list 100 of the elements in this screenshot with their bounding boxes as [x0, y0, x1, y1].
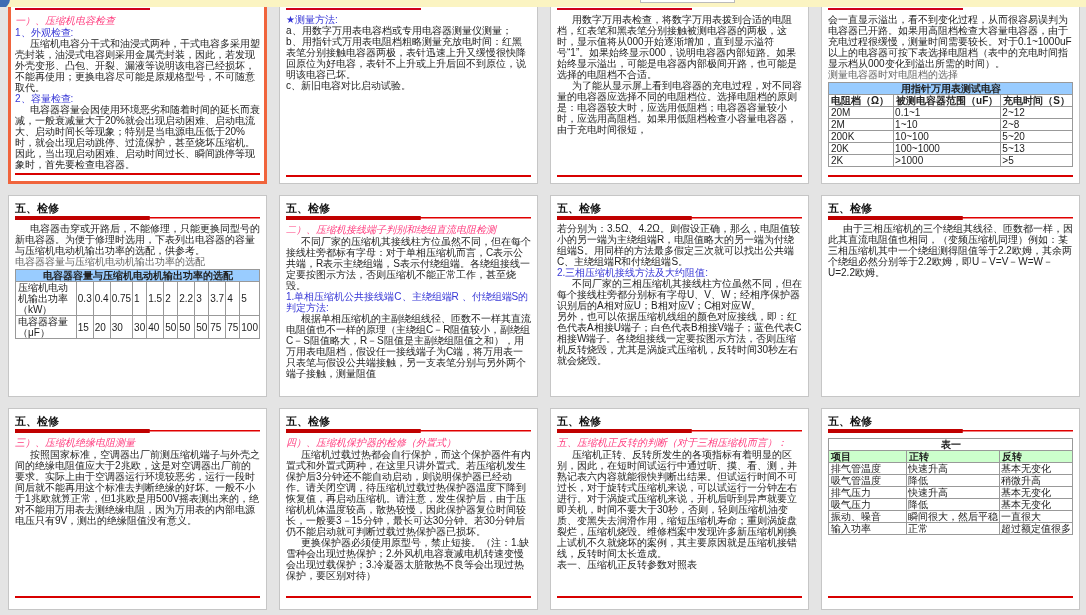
section-heading: 三）、压缩机绝缘电阻测量 — [15, 436, 137, 449]
table-cell: 快速升高 — [906, 462, 1000, 475]
table-cell: 降低 — [906, 474, 1000, 487]
paragraph: 根据单相压缩机的主副绕组线径、匝数不一样其直流电阻值也不一样的原理（主绕组C－R阻值较小，副绕组C－S阻值略大，R－S阻值是主副绕组阻值之和），用万用表电阻档，假设任一接线端子为C端，将万用表一只表笔与假设公共端接触，另一支表笔分别与另外两个端子接触，测量阻值 — [286, 313, 531, 379]
table-cell: >1000 — [893, 154, 1001, 167]
table-cell: 20 — [93, 315, 111, 339]
table-cell: 30 — [132, 315, 147, 339]
paragraph: c、新旧电容对比启动试验。 — [286, 80, 412, 91]
slide-thumbnail[interactable] — [8, 195, 267, 397]
column-header: 被测电容器范围（uF） — [893, 94, 1001, 107]
table-cell: 5~20 — [1000, 130, 1073, 143]
slide-title: 五、检修 — [557, 202, 602, 215]
table-cell: 75 — [225, 315, 240, 339]
subheading: ★测量方法: — [286, 14, 339, 25]
table-title: 电容器容量与压缩机电动机输出功率的选配 — [15, 269, 260, 282]
paragraph: 压缩机过载过热都会自行保护，而这个保护器件有内置式和外置式两种，在这里只讲外置式。若压缩机发生保护后3分钟还不能自动启动，则说明保护器已经动作。请关闭空调，待压缩机过载过热保护器温度下降到恢复值，再启动压缩机。请注意，发生保护后，由于压缩机机体温度较高，散热较慢，因此保护器复位时间较长，一般要3－15分钟，最长可达30分钟。若30分钟后仍不能启动就可判断过载过热保护器已损坏。 — [286, 449, 531, 537]
table-cell: 4 — [225, 281, 240, 316]
slide-title: 五、检修 — [557, 415, 602, 428]
slide-thumbnail[interactable] — [279, 408, 538, 610]
slide-title: 五、检修 — [828, 202, 873, 215]
paragraph: 不同厂家的压缩机其接线柱方位虽然不同，但在每个接线柱旁都标有字母：对于单相压缩机而言，C表示公共端，R表示主绕组端，S表示付绕组端。各绕组接线一定要按图示方法，否则压缩机不能正常工作，甚至烧毁。 — [286, 236, 531, 291]
table-cell: 0.3 — [76, 281, 94, 316]
section-heading: 四）、压缩机保护器的检修（外置式） — [286, 436, 457, 449]
table-cell: 吸气管温度 — [828, 474, 907, 487]
table-cell: 2~8 — [1000, 118, 1073, 131]
slide-title: 五、检修 — [15, 202, 60, 215]
section-heading: 一）、压缩机电容检查 — [15, 14, 117, 27]
table-cell: 50 — [163, 315, 178, 339]
slide-thumbnail[interactable] — [550, 195, 809, 397]
slide-thumbnail[interactable] — [279, 195, 538, 397]
column-header: 充电时间（S） — [1000, 94, 1073, 107]
table-cell: 2.2 — [177, 281, 195, 316]
slide-thumbnail[interactable]: 五、检修 由于三相压缩机的三个绕组其线径、匝数都一样，因此其直流电阻值也相同，（变频压缩机同理）例如：某三相压缩机其中一个绕组测得阻值等于2.2欧姆，其余两个绕组必然分别等于2.2欧姆，即U－V=V－W=W－U=2.2欧姆。 — [821, 195, 1080, 397]
table-cell: 30 — [110, 315, 133, 339]
table-cell: 50 — [194, 315, 209, 339]
table-cell: 一直很大 — [999, 510, 1073, 523]
slide-title: 五、检修 — [286, 202, 331, 215]
table-cell: 100 — [239, 315, 260, 339]
slide-thumbnail[interactable] — [550, 7, 809, 184]
table-cell: 快速升高 — [906, 486, 1000, 499]
paragraph: 若分别为：3.5Ω、4.2Ω。则假设正确，那么，电阻值较小的另一端为主绕组端R，电阻值略大的另一端为付绕组端S。用同样的方法最多假定三次就可以找出公共端C、主绕组端R和付绕组端S。 — [557, 223, 801, 267]
slide-title: 五、检修 — [286, 415, 331, 428]
table-cell: 20K — [828, 142, 894, 155]
column-header: 电阻档（Ω） — [828, 94, 894, 107]
slide-title: 五、检修 — [15, 415, 60, 428]
table-cell: 20M — [828, 106, 894, 119]
table-cell: 15 — [76, 315, 94, 339]
table-cell: 1~10 — [893, 118, 1001, 131]
section-heading: 五、压缩机正反转的判断（对于三相压缩机而言）： — [557, 436, 788, 449]
table-cell: 排气管温度 — [828, 462, 907, 475]
table-title: 用指针万用表测试电容 — [828, 82, 1073, 95]
subheading: 1、外观检查: — [15, 27, 74, 38]
slide-thumbnail[interactable]: ★测量方法: a、用数字万用表电容档或专用电容器测量仪测量； b、用指针式万用表电阻档粗略测量充放电时间：红黑表笔分别接触电容器两极，表针迅速上升又缓慢很快降回原位为好电容，表针不上升或上升后回不到原位，说明该电容已坏。 c、新旧电容对比启动试验。 — [279, 7, 538, 184]
table-cell: 0.4 — [93, 281, 111, 316]
table-cell: 2~12 — [1000, 106, 1073, 119]
table-cell: 瞬间很大，然后平稳 — [906, 510, 1000, 523]
paragraph: 电容器容量会因使用环境恶劣和随着时间的延长而衰减，一般衰减量大于20%就会出现启动困难、启动电流大、启动时间长等现象；特别是当电源电压低于20%时，就会出现启动跳停、过流保护，甚至烧坏压缩机。因此，当出现启动困难、启动时间过长、瞬间跳停等现象时，首先要检查电容器。 — [15, 104, 260, 170]
table-cell: 输入功率 — [828, 522, 907, 535]
table-cell: 2M — [828, 118, 894, 131]
table-cell: 5~13 — [1000, 142, 1073, 155]
table-cell: 振动、噪音 — [828, 510, 907, 523]
table-caption: 电容器容量与压缩机电动机输出功率的选配 — [15, 256, 206, 267]
table-cell: 1 — [132, 281, 147, 316]
table-cell: 超过额定值很多 — [999, 522, 1073, 535]
table-caption: 测量电容器时对电阻档的选择 — [828, 69, 958, 80]
table-cell: 排气压力 — [828, 486, 907, 499]
table-cell: 0.75 — [110, 281, 133, 316]
subheading: 2.三相压缩机接线方法及大约阻值: — [557, 267, 709, 278]
paragraph: 由于三相压缩机的三个绕组其线径、匝数都一样，因此其直流电阻值也相同，（变频压缩机同理）例如：某三相压缩机其中一个绕组测得阻值等于2.2欧姆，其余两个绕组必然分别等于2.2欧姆，即U－V=V－W=W－U=2.2欧姆。 — [828, 223, 1073, 278]
paragraph: 为了能从显示屏上看到电容器的充电过程，对不同容量的电容器应选择不同的电阻档位。选择电阻档的原则是：电容器较大时，应选用低阻档；电容器容量较小时，应选用高阻档。如果用低阻档检查小容量电容器，由于充电时间很短， — [557, 80, 802, 135]
paragraph: 按照国家标准，空调器出厂前测压缩机端子与外壳之间的绝缘电阻值应大于2兆欧，这是对空调器出厂前的要求。实际上由于空调器运行环境较恶劣，运行一段时间后就不能再用这个标准去判断绝缘的好坏。一般不小于1兆欧就算正常，但1兆欧是用500V摇表测出来的，绝对不能用万用表去测绝缘电阻，因为万用表的内部电源电压只有9V，测出的绝缘阻值没有意义。 — [15, 449, 260, 526]
slide-thumbnail[interactable] — [550, 408, 809, 610]
slide-thumbnail[interactable]: 五、检修 三）、压缩机绝缘电阻测量 按照国家标准，空调器出厂前测压缩机端子与外壳之间的绝缘电阻值应大于2兆欧，这是对空调器出厂前的要求。实际上由于空调器运行环境较恶劣，运行一段时间后就不能再用这个标准去判断绝缘的好坏。一般不小于1兆欧就算正常，但1兆欧是用500V摇表测出来的，绝对不能用万用表去测绝缘电阻，因为万用表的内部电源电压只有9V，测出的绝缘阻值没有意义。 — [8, 408, 267, 610]
table-cell: 3.7 — [208, 281, 226, 316]
section-heading: 二）、压缩机接线端子判别和绕组直流电阻检测 — [286, 223, 498, 236]
table-cell: 2 — [163, 281, 178, 316]
table-cell: 基本无变化 — [999, 462, 1073, 475]
table-title: 表一 — [828, 438, 1073, 451]
subheading: 2、容量检查: — [15, 93, 75, 104]
table-cell: 100~1000 — [893, 142, 1001, 155]
paragraph: 不同厂家的三相压缩机其接线柱方位虽然不同，但在每个接线柱旁都分别标有字母U、V、W；经相序保护器识别后的A相对应U；B相对应V；C相对应W。 — [557, 278, 802, 311]
paragraph: 另外，也可以依据压缩机线组的颜色对应接线，即：红色代表A相接U端子；白色代表B相接V端子；蓝色代表C相接W端子。各绕组接线一定要按图示方法，否则压缩机反转烧毁，尤其是涡旋式压缩机，反转时间30秒左右就会烧毁。 — [557, 311, 802, 366]
slide-thumbnail[interactable]: 五、检修 表一 项目 正转 反转 排气管温度 快速升高 基本无变化 吸气管温度 降低 稍微升高 排气压力 快速升高 基本无变化 吸气压力 降低 基本无变化 振动、噪音 瞬间很大，然后平稳 一直很大 输入功率 正常 超过额定值很多 — [821, 408, 1080, 610]
table-cell: 3 — [194, 281, 209, 316]
table-cell: 2K — [828, 154, 894, 167]
paragraph: a、用数字万用表电容档或专用电容器测量仪测量； — [286, 25, 513, 36]
table-cell: 基本无变化 — [999, 486, 1073, 499]
table-cell: 正常 — [906, 522, 1000, 535]
paragraph: 压缩机电容分干式和油浸式两种，干式电容多采用塑壳封装，油浸式电容则采用金属壳封装，因此，若发现外壳变形、凸包、开裂、漏液等说明该电容已经损坏，不能再使用；更换电容尽可能是原规格型号，不可随意取代。 — [15, 38, 260, 93]
table-cell: 电容器容量（μF） — [15, 315, 77, 339]
table-cell: 0.1~1 — [893, 106, 1001, 119]
subheading: 1.单相压缩机公共接线端C、主绕组端R 、付绕组端S的判定方法: — [286, 291, 529, 313]
table-cell: >5 — [1000, 154, 1073, 167]
slide-thumbnail[interactable] — [821, 7, 1080, 184]
table-cell: 吸气压力 — [828, 498, 907, 511]
slide-thumbnail[interactable] — [8, 7, 267, 184]
paragraph: 电容器击穿或开路后，不能修理，只能更换同型号的新电容器。为便于修理时选用，下表列出电容器的容量与压缩机电动机输出功率的选配，供参考。 — [15, 223, 260, 256]
table-cell: 200K — [828, 130, 894, 143]
table-cell: 50 — [177, 315, 195, 339]
table-cell: 降低 — [906, 498, 1000, 511]
